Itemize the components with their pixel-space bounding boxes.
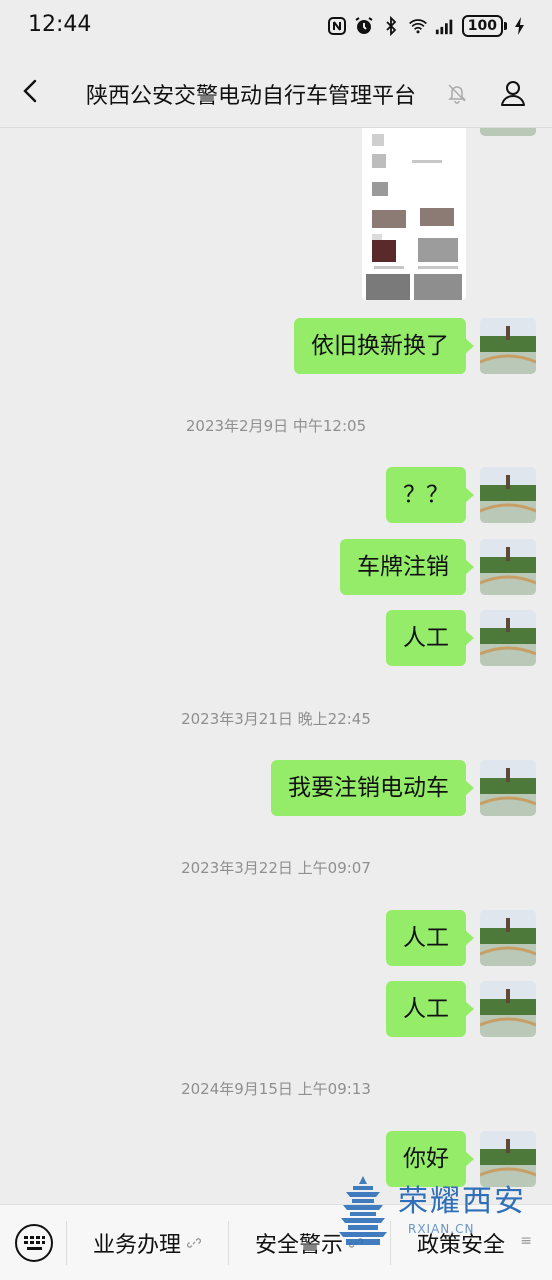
timestamp: 2023年2月9日 中午12:05 (185, 417, 367, 435)
nfc-icon (327, 17, 346, 35)
status-icons: 100 (327, 14, 526, 38)
watermark-text: 荣耀西安 (398, 1184, 526, 1219)
avatar[interactable] (480, 610, 536, 666)
menu-business[interactable]: 业务办理 (67, 1205, 227, 1280)
avatar[interactable] (480, 539, 536, 595)
battery-level: 100 (461, 15, 503, 37)
status-time: 12:44 (28, 12, 92, 37)
avatar[interactable] (480, 467, 536, 523)
avatar[interactable] (480, 760, 536, 816)
alarm-icon (355, 17, 373, 34)
avatar[interactable] (480, 128, 536, 136)
keyboard-icon[interactable] (14, 1223, 54, 1263)
chat-header: 陕西公安交警电动自行车管理平台 (0, 54, 552, 128)
profile-icon[interactable] (498, 78, 528, 108)
pagoda-logo-icon (339, 1176, 387, 1245)
signal-icon (435, 19, 453, 35)
timestamp: 2024年9月15日 上午09:13 (181, 1080, 371, 1098)
avatar[interactable] (480, 318, 536, 374)
charging-icon (515, 17, 524, 35)
message-bubble[interactable]: 我要注销电动车 (271, 760, 474, 816)
message-bubble[interactable]: ？？ (386, 467, 474, 523)
image-message[interactable] (362, 128, 466, 300)
message-bubble[interactable]: 人工 (386, 981, 474, 1037)
menu-label: 安全警示 (254, 1233, 343, 1258)
avatar[interactable] (480, 910, 536, 966)
timestamp: 2023年3月22日 上午09:07 (181, 859, 371, 877)
message-bubble[interactable]: 人工 (386, 610, 474, 666)
message-bubble[interactable]: 依旧换新换了 (294, 318, 474, 374)
back-arrow-icon[interactable] (16, 76, 46, 106)
timestamp: 2023年3月21日 晚上22:45 (181, 710, 371, 728)
menu-label: 业务办理 (92, 1233, 181, 1258)
message-bubble[interactable]: 车牌注销 (340, 539, 474, 595)
battery-indicator: 100 (461, 15, 507, 37)
chat-messages[interactable]: 依旧换新换了 2023年2月9日 中午12:05 ？？ 车牌注销 人工 2023… (0, 128, 552, 1204)
message-bubble[interactable]: 人工 (386, 910, 474, 966)
link-icon (187, 1238, 201, 1248)
mute-bell-icon (448, 84, 466, 104)
avatar[interactable] (480, 981, 536, 1037)
watermark-url: RXIAN.CN (408, 1222, 475, 1236)
bluetooth-icon (386, 16, 397, 36)
status-bar: 12:44 100 (0, 0, 552, 54)
chat-title: 陕西公安交警电动自行车管理平台 (86, 84, 417, 109)
wifi-icon (408, 19, 427, 34)
watermark: 荣耀西安 RXIAN.CN (338, 1168, 538, 1260)
